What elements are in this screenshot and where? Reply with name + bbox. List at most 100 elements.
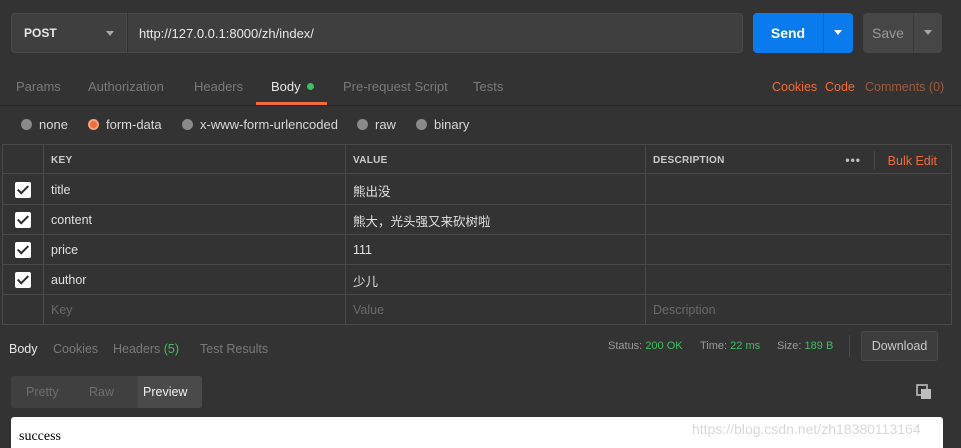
response-tab-headers[interactable]: Headers (5) <box>113 342 179 356</box>
response-tabs: Body Cookies Headers (5) Test Results St… <box>0 328 961 368</box>
row-checkbox[interactable] <box>15 182 31 198</box>
row-checkbox-cell <box>2 265 43 295</box>
header-value: VALUE <box>345 145 645 175</box>
table-row: content 熊大，光头强又来砍树啦 <box>2 205 952 235</box>
status-value: 200 OK <box>645 340 683 352</box>
row-checkbox[interactable] <box>15 212 31 228</box>
row-checkbox-cell <box>2 205 43 235</box>
view-raw[interactable]: Raw <box>89 385 114 399</box>
tab-body[interactable]: Body <box>271 79 314 94</box>
row-checkbox-cell <box>2 175 43 205</box>
description-cell[interactable] <box>645 265 952 295</box>
value-cell[interactable]: 熊大，光头强又来砍树啦 <box>345 205 645 235</box>
time-value: 22 ms <box>730 340 761 352</box>
table-row-new: Key Value Description <box>2 295 952 325</box>
active-tab-indicator <box>256 102 327 105</box>
radio-label: none <box>39 117 68 132</box>
send-dropdown-button[interactable] <box>823 13 853 53</box>
key-cell[interactable]: title <box>43 175 345 205</box>
response-tab-body[interactable]: Body <box>9 342 38 356</box>
radio-label: x-www-form-urlencoded <box>200 117 338 132</box>
code-link[interactable]: Code <box>825 80 855 94</box>
url-input[interactable]: http://127.0.0.1:8000/zh/index/ <box>127 13 743 53</box>
comments-link[interactable]: Comments (0) <box>865 80 944 94</box>
table-row: title 熊出没 <box>2 175 952 205</box>
radio-selected-icon <box>88 119 99 130</box>
response-tab-cookies[interactable]: Cookies <box>53 342 98 356</box>
send-label: Send <box>770 25 806 41</box>
response-tab-headers-label: Headers <box>113 342 161 356</box>
radio-circle-icon <box>416 119 427 130</box>
row-checkbox[interactable] <box>15 272 31 288</box>
chevron-down-icon <box>834 30 842 35</box>
radio-binary[interactable]: binary <box>416 117 469 132</box>
time-label: Time: <box>700 340 728 352</box>
chevron-down-icon <box>924 30 932 35</box>
divider <box>849 335 850 357</box>
description-cell[interactable] <box>645 175 952 205</box>
header-description-label: DESCRIPTION <box>653 154 725 166</box>
form-data-table: KEY VALUE DESCRIPTION ••• Bulk Edit titl… <box>2 144 952 326</box>
download-button[interactable]: Download <box>861 331 938 361</box>
size-label: Size: <box>777 340 802 352</box>
method-select[interactable]: POST <box>11 13 127 53</box>
status-dot-icon <box>306 83 314 91</box>
row-checkbox[interactable] <box>15 242 31 258</box>
radio-label: binary <box>434 117 470 132</box>
radio-none[interactable]: none <box>21 117 68 132</box>
radio-circle-icon <box>182 119 193 130</box>
tab-body-label: Body <box>271 79 301 94</box>
tab-headers[interactable]: Headers <box>194 79 243 94</box>
save-dropdown-button[interactable] <box>913 13 942 53</box>
value-cell[interactable]: 111 <box>345 235 645 265</box>
header-checkbox-cell <box>2 145 43 175</box>
description-placeholder-input[interactable]: Description <box>645 295 952 325</box>
tab-params[interactable]: Params <box>16 79 61 94</box>
copy-icon[interactable] <box>916 384 932 400</box>
status-label: Status: <box>608 340 643 352</box>
radio-circle-icon <box>21 119 32 130</box>
header-key: KEY <box>43 145 345 175</box>
save-label: Save <box>872 25 904 41</box>
view-preview[interactable]: Preview <box>143 385 187 399</box>
key-placeholder-input[interactable]: Key <box>43 295 345 325</box>
send-button[interactable]: Send <box>753 13 823 53</box>
method-label: POST <box>24 26 57 40</box>
table-header: KEY VALUE DESCRIPTION ••• Bulk Edit <box>2 144 952 175</box>
body-type-selector: none form-data x-www-form-urlencoded raw… <box>0 106 961 144</box>
key-cell[interactable]: author <box>43 265 345 295</box>
value-placeholder-input[interactable]: Value <box>345 295 645 325</box>
description-cell[interactable] <box>645 205 952 235</box>
tab-pre-request-script[interactable]: Pre-request Script <box>343 79 448 94</box>
url-text: http://127.0.0.1:8000/zh/index/ <box>139 25 314 41</box>
radio-form-data[interactable]: form-data <box>88 117 162 132</box>
more-options-icon[interactable]: ••• <box>845 153 861 167</box>
radio-x-www-form-urlencoded[interactable]: x-www-form-urlencoded <box>182 117 338 132</box>
headers-count: (5) <box>163 342 180 356</box>
row-checkbox-cell <box>2 235 43 265</box>
value-cell[interactable]: 熊出没 <box>345 175 645 205</box>
value-cell[interactable]: 少儿 <box>345 265 645 295</box>
view-pretty[interactable]: Pretty <box>26 385 59 399</box>
bulk-edit-link[interactable]: Bulk Edit <box>888 154 937 168</box>
divider <box>874 151 875 169</box>
row-checkbox-cell <box>2 295 43 325</box>
size-value: 189 B <box>804 340 834 352</box>
key-cell[interactable]: price <box>43 235 345 265</box>
chevron-down-icon <box>106 31 114 36</box>
table-row: price 111 <box>2 235 952 265</box>
radio-raw[interactable]: raw <box>357 117 396 132</box>
status-info: Status: 200 OK <box>608 340 683 352</box>
tab-tests[interactable]: Tests <box>473 79 503 94</box>
radio-label: form-data <box>106 117 162 132</box>
save-button[interactable]: Save <box>863 13 913 53</box>
cookies-link[interactable]: Cookies <box>772 80 817 94</box>
size-info: Size: 189 B <box>777 340 833 352</box>
time-info: Time: 22 ms <box>700 340 760 352</box>
key-cell[interactable]: content <box>43 205 345 235</box>
header-description: DESCRIPTION ••• Bulk Edit <box>645 145 952 175</box>
tab-authorization[interactable]: Authorization <box>88 79 164 94</box>
description-cell[interactable] <box>645 235 952 265</box>
radio-circle-icon <box>357 119 368 130</box>
response-tab-test-results[interactable]: Test Results <box>200 342 268 356</box>
